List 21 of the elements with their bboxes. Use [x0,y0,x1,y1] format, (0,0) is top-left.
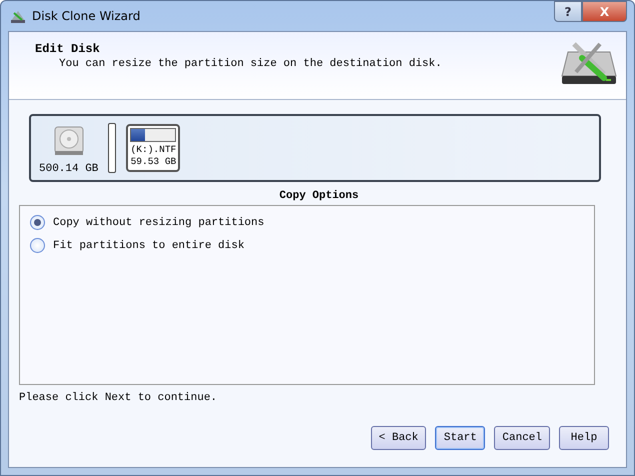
section-title: Copy Options [278,190,360,202]
wizard-button[interactable]: Cancel [494,426,550,450]
page-title: Edit Disk [35,42,101,56]
partition-size: 59.53 GB [130,156,176,168]
partition-name: (K:).NTF [130,144,176,156]
wizard-button[interactable]: < Back [370,426,426,450]
wizard-button[interactable]: Start [435,426,486,450]
disk-size: 500.14 GB [39,163,98,175]
radio-button[interactable] [30,215,45,230]
hint-text: Please click Next to continue. [19,392,218,404]
partition-block[interactable]: (K:).NTF 59.53 GB [126,124,180,172]
wizard-button[interactable]: Help [559,426,609,450]
unallocated-space [108,123,116,173]
app-icon [10,9,26,23]
page-subtitle: You can resize the partition size on the destination disk. [58,58,442,70]
radio-label[interactable]: Copy without resizing partitions [53,216,264,228]
window-title: Disk Clone Wizard [32,9,142,23]
radio-label[interactable]: Fit partitions to entire disk [53,240,244,252]
help-button[interactable]: ? [554,1,582,22]
radio-button[interactable] [30,238,45,253]
hard-disk-icon [52,125,85,157]
